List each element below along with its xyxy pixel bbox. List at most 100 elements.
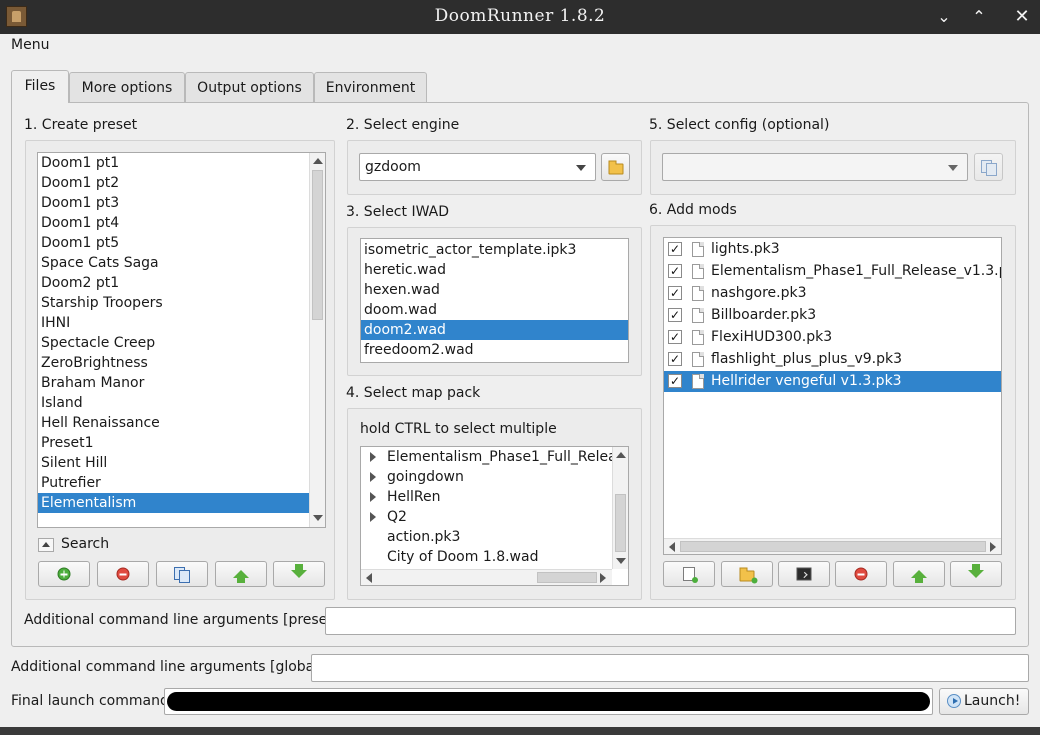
mod-list-item[interactable]: ✓ FlexiHUD300.pk3	[664, 327, 1001, 348]
preset-list-scrollbar[interactable]	[309, 153, 325, 527]
mappack-folder-item[interactable]: HellRen	[361, 487, 613, 507]
mod-enable-checkbox[interactable]: ✓	[668, 242, 682, 256]
final-command-field[interactable]	[164, 688, 933, 715]
config-clone-button[interactable]	[974, 153, 1003, 181]
config-select[interactable]	[662, 153, 968, 181]
mappack-tree[interactable]: Elementalism_Phase1_Full_Release goingdow…	[360, 446, 629, 586]
iwad-list-item[interactable]: doom2.wad	[361, 320, 628, 340]
global-args-input[interactable]	[311, 654, 1029, 682]
mod-list-item[interactable]: ✓ Hellrider vengeful v1.3.pk3	[664, 371, 1001, 392]
delete-mod-button[interactable]	[835, 561, 887, 587]
iwad-list-item[interactable]: hexen.wad	[361, 280, 628, 300]
preset-args-input[interactable]	[325, 607, 1016, 635]
preset-list-item[interactable]: Silent Hill	[38, 453, 309, 473]
add-preset-button[interactable]	[38, 561, 90, 587]
expand-arrow-icon[interactable]	[370, 452, 376, 462]
mod-enable-checkbox[interactable]: ✓	[668, 330, 682, 344]
scroll-left-icon[interactable]	[366, 573, 372, 583]
mod-enable-checkbox[interactable]: ✓	[668, 352, 682, 366]
mappack-tree-hscrollbar[interactable]	[361, 569, 612, 585]
tab-files[interactable]: Files	[11, 70, 69, 103]
iwad-list-item[interactable]: heretic.wad	[361, 260, 628, 280]
mod-list-item[interactable]: ✓ Billboarder.pk3	[664, 305, 1001, 326]
preset-list-item[interactable]: Putrefier	[38, 473, 309, 493]
maximize-button[interactable]: ⌃	[966, 4, 992, 30]
move-preset-down-button[interactable]	[273, 561, 325, 587]
launch-button[interactable]: Launch!	[939, 688, 1029, 715]
preset-list-item[interactable]: Doom2 pt1	[38, 273, 309, 293]
scroll-thumb[interactable]	[312, 170, 323, 320]
scroll-right-icon[interactable]	[600, 573, 606, 583]
tab-more-options[interactable]: More options	[69, 72, 185, 102]
preset-list-item[interactable]: ZeroBrightness	[38, 353, 309, 373]
mappack-file-item[interactable]: action.pk3	[361, 527, 613, 547]
mod-item-label: FlexiHUD300.pk3	[711, 329, 833, 345]
add-mod-cmd-button[interactable]	[778, 561, 830, 587]
minimize-button[interactable]: ⌄	[931, 4, 957, 30]
scroll-thumb[interactable]	[680, 541, 986, 552]
scroll-thumb[interactable]	[537, 572, 597, 583]
iwad-list[interactable]: isometric_actor_template.ipk3 heretic.wad…	[360, 238, 629, 363]
search-toggle-button[interactable]	[38, 538, 54, 552]
scroll-up-icon[interactable]	[616, 452, 626, 458]
move-mod-up-button[interactable]	[893, 561, 945, 587]
preset-list-item[interactable]: Elementalism	[38, 493, 309, 513]
mod-list-item[interactable]: ✓ Elementalism_Phase1_Full_Release_v1.3.p…	[664, 261, 1001, 282]
mod-list-item[interactable]: ✓ lights.pk3	[664, 239, 1001, 260]
mod-enable-checkbox[interactable]: ✓	[668, 374, 682, 388]
mappack-folder-item[interactable]: Elementalism_Phase1_Full_Release	[361, 447, 613, 467]
add-mod-folder-button[interactable]	[721, 561, 773, 587]
engine-browse-button[interactable]	[601, 153, 630, 181]
engine-select[interactable]: gzdoom	[359, 153, 596, 181]
expand-arrow-icon[interactable]	[370, 512, 376, 522]
iwad-list-item[interactable]: freedoom2.wad	[361, 340, 628, 360]
mod-enable-checkbox[interactable]: ✓	[668, 264, 682, 278]
preset-list-item[interactable]: Preset1	[38, 433, 309, 453]
mappack-file-item[interactable]: City of Doom 1.8.wad	[361, 547, 613, 567]
iwad-list-item[interactable]: doom.wad	[361, 300, 628, 320]
add-mod-file-button[interactable]	[663, 561, 715, 587]
scroll-down-icon[interactable]	[616, 558, 626, 564]
scroll-down-icon[interactable]	[313, 515, 323, 521]
menu-item-menu[interactable]: Menu	[11, 37, 49, 53]
mappack-folder-item[interactable]: Q2	[361, 507, 613, 527]
mods-list[interactable]: ✓ lights.pk3 ✓ Elementalism_Phase1_Full_Rel…	[663, 237, 1002, 555]
preset-list-item[interactable]: Doom1 pt3	[38, 193, 309, 213]
mappack-folder-item[interactable]: goingdown	[361, 467, 613, 487]
mods-list-hscrollbar[interactable]	[664, 538, 1001, 554]
preset-list-item[interactable]: Doom1 pt2	[38, 173, 309, 193]
move-preset-up-button[interactable]	[215, 561, 267, 587]
scroll-left-icon[interactable]	[669, 542, 675, 552]
preset-list-item[interactable]: Spectacle Creep	[38, 333, 309, 353]
clone-preset-button[interactable]	[156, 561, 208, 587]
preset-list-item[interactable]: Hell Renaissance	[38, 413, 309, 433]
scroll-thumb[interactable]	[615, 494, 626, 552]
chevron-down-icon	[948, 165, 958, 171]
mappack-tree-vscrollbar[interactable]	[612, 447, 628, 569]
scroll-up-icon[interactable]	[313, 158, 323, 164]
preset-list-item[interactable]: Island	[38, 393, 309, 413]
preset-list-item[interactable]: Space Cats Saga	[38, 253, 309, 273]
preset-list-item[interactable]: Doom1 pt1	[38, 153, 309, 173]
mod-enable-checkbox[interactable]: ✓	[668, 286, 682, 300]
preset-list-item[interactable]: Starship Troopers	[38, 293, 309, 313]
preset-list-item[interactable]: Doom1 pt5	[38, 233, 309, 253]
iwad-list-item[interactable]: isometric_actor_template.ipk3	[361, 240, 628, 260]
tab-output-options[interactable]: Output options	[185, 72, 314, 102]
move-mod-down-button[interactable]	[950, 561, 1002, 587]
close-button[interactable]: ✕	[1009, 4, 1035, 30]
preset-list-item[interactable]: Doom1 pt4	[38, 213, 309, 233]
expand-arrow-icon[interactable]	[370, 472, 376, 482]
mod-enable-checkbox[interactable]: ✓	[668, 308, 682, 322]
mod-list-item[interactable]: ✓ nashgore.pk3	[664, 283, 1001, 304]
global-args-label: Additional command line arguments [globa…	[11, 659, 324, 675]
delete-preset-button[interactable]	[97, 561, 149, 587]
window-title: DoomRunner 1.8.2	[434, 6, 606, 26]
expand-arrow-icon[interactable]	[370, 492, 376, 502]
preset-list[interactable]: Doom1 pt1 Doom1 pt2 Doom1 pt3 Doom1 pt4 Doom…	[37, 152, 326, 528]
preset-list-item[interactable]: IHNI	[38, 313, 309, 333]
scroll-right-icon[interactable]	[990, 542, 996, 552]
mod-list-item[interactable]: ✓ flashlight_plus_plus_v9.pk3	[664, 349, 1001, 370]
tab-environment[interactable]: Environment	[314, 72, 427, 102]
preset-list-item[interactable]: Braham Manor	[38, 373, 309, 393]
